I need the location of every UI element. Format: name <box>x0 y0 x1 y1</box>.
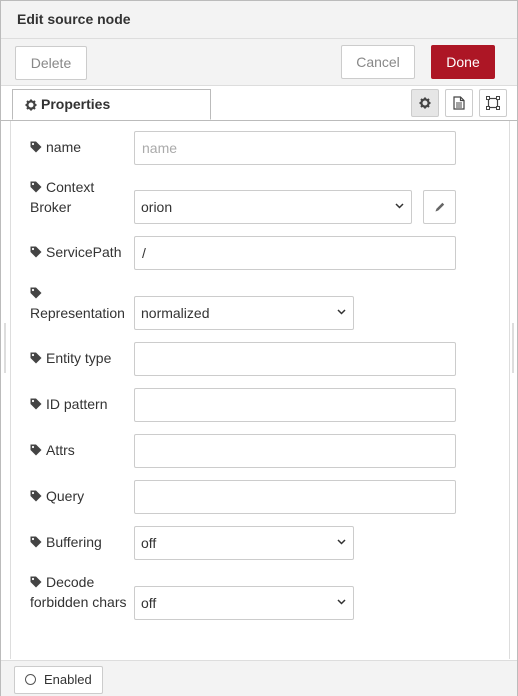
properties-form: name name Context Broker orion ServicePat… <box>10 121 510 659</box>
tab-appearance-button[interactable] <box>479 89 507 117</box>
chevron-down-icon <box>337 599 346 605</box>
tray-title: Edit source node <box>17 11 131 27</box>
buffering-label: Buffering <box>30 532 102 552</box>
chevron-down-icon <box>337 539 346 545</box>
tag-icon <box>30 246 42 258</box>
tab-description-button[interactable] <box>445 89 473 117</box>
cancel-button[interactable]: Cancel <box>341 45 415 79</box>
resize-handle-left[interactable] <box>4 323 6 373</box>
delete-button[interactable]: Delete <box>15 46 87 80</box>
tab-settings-button[interactable] <box>411 89 439 117</box>
tag-icon <box>30 141 42 153</box>
chevron-down-icon <box>337 309 346 315</box>
name-input[interactable]: name <box>134 131 456 165</box>
decode-forbidden-chars-label: Decode forbidden chars <box>30 574 127 610</box>
decode-forbidden-chars-select[interactable]: off <box>134 586 354 620</box>
query-input[interactable] <box>134 480 456 514</box>
edit-node-tray: Edit source node Delete Cancel Done Prop… <box>0 0 518 696</box>
tag-icon <box>30 444 42 456</box>
tray-toolbar: Delete Cancel Done <box>1 39 517 86</box>
representation-label: Representation <box>30 283 125 323</box>
representation-select[interactable]: normalized <box>134 296 354 330</box>
gear-icon <box>25 99 37 111</box>
circle-icon <box>25 674 36 685</box>
context-broker-label: Context Broker <box>30 179 95 215</box>
tag-icon <box>30 490 42 502</box>
buffering-select[interactable]: off <box>134 526 354 560</box>
tag-icon <box>30 287 42 299</box>
document-icon <box>453 96 465 110</box>
tray-footer: Enabled <box>1 660 517 696</box>
enabled-toggle[interactable]: Enabled <box>14 666 103 694</box>
service-path-label: ServicePath <box>30 242 121 262</box>
tab-bar: Properties <box>1 86 517 121</box>
attrs-input[interactable] <box>134 434 456 468</box>
id-pattern-input[interactable] <box>134 388 456 422</box>
name-label: name <box>30 137 81 157</box>
tray-header: Edit source node <box>1 1 517 39</box>
tag-icon <box>30 536 42 548</box>
pencil-icon <box>435 202 444 212</box>
query-label: Query <box>30 486 84 506</box>
enabled-label: Enabled <box>44 672 92 687</box>
frame-icon <box>486 96 500 110</box>
tag-icon <box>30 576 42 588</box>
context-broker-select[interactable]: orion <box>134 190 412 224</box>
entity-type-label: Entity type <box>30 348 111 368</box>
attrs-label: Attrs <box>30 440 75 460</box>
id-pattern-label: ID pattern <box>30 394 107 414</box>
tab-properties[interactable]: Properties <box>12 89 211 120</box>
edit-broker-button[interactable] <box>423 190 456 224</box>
done-button[interactable]: Done <box>431 45 495 79</box>
tab-properties-label: Properties <box>41 96 111 112</box>
resize-handle-right[interactable] <box>512 323 514 373</box>
tag-icon <box>30 352 42 364</box>
tag-icon <box>30 181 42 193</box>
chevron-down-icon <box>395 203 404 209</box>
service-path-input[interactable]: / <box>134 236 456 270</box>
entity-type-input[interactable] <box>134 342 456 376</box>
gear-icon <box>419 97 431 109</box>
tag-icon <box>30 398 42 410</box>
